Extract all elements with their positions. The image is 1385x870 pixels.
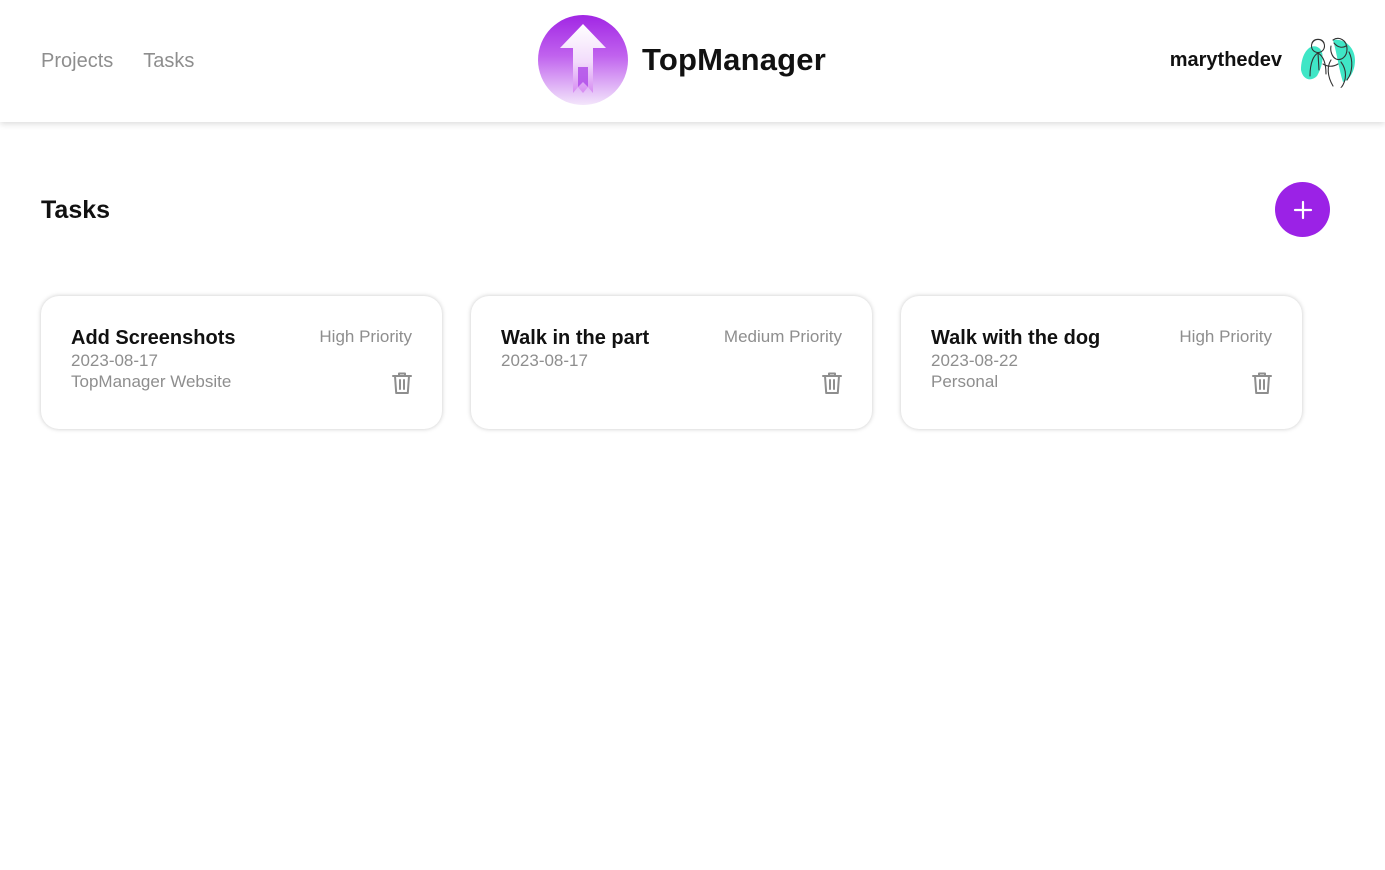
task-project: TopManager Website [71,372,232,391]
nav-link-tasks[interactable]: Tasks [143,48,194,74]
delete-task-button[interactable] [1250,370,1274,396]
task-priority: Medium Priority [723,327,842,346]
trash-icon [1252,372,1272,394]
task-project: Personal [931,372,999,391]
task-list: Add Screenshots 2023-08-17 TopManager We… [41,296,1302,429]
tasks-page: Tasks Add Screenshots 2023-08-17 TopMana… [0,122,1385,870]
add-task-button[interactable] [1275,182,1330,237]
brand[interactable]: TopManager [538,15,826,105]
up-arrow-logo-icon [538,15,628,105]
task-title: Walk in the part [501,327,650,349]
brand-name: TopManager [642,42,826,77]
avatar[interactable] [1297,30,1358,91]
task-title: Add Screenshots [71,327,236,349]
user-menu[interactable]: marythedev [1170,30,1358,91]
delete-task-button[interactable] [390,370,414,396]
task-date: 2023-08-22 [931,351,1018,370]
plus-icon [1293,200,1312,219]
task-priority: High Priority [1179,327,1272,346]
trash-icon [822,372,842,394]
nav-link-projects[interactable]: Projects [41,48,113,74]
task-date: 2023-08-17 [501,351,588,370]
task-card[interactable]: Walk in the part 2023-08-17 Medium Prior… [471,296,872,429]
task-title: Walk with the dog [931,327,1101,349]
task-card[interactable]: Walk with the dog 2023-08-22 Personal Hi… [901,296,1302,429]
task-date: 2023-08-17 [71,351,158,370]
page-title: Tasks [41,196,111,224]
task-priority: High Priority [319,327,412,346]
main-nav: Projects Tasks [41,48,194,74]
top-navbar: Projects Tasks TopManager marythedev [0,0,1385,122]
username: marythedev [1169,49,1282,71]
trash-icon [392,372,412,394]
delete-task-button[interactable] [820,370,844,396]
task-card[interactable]: Add Screenshots 2023-08-17 TopManager We… [41,296,442,429]
